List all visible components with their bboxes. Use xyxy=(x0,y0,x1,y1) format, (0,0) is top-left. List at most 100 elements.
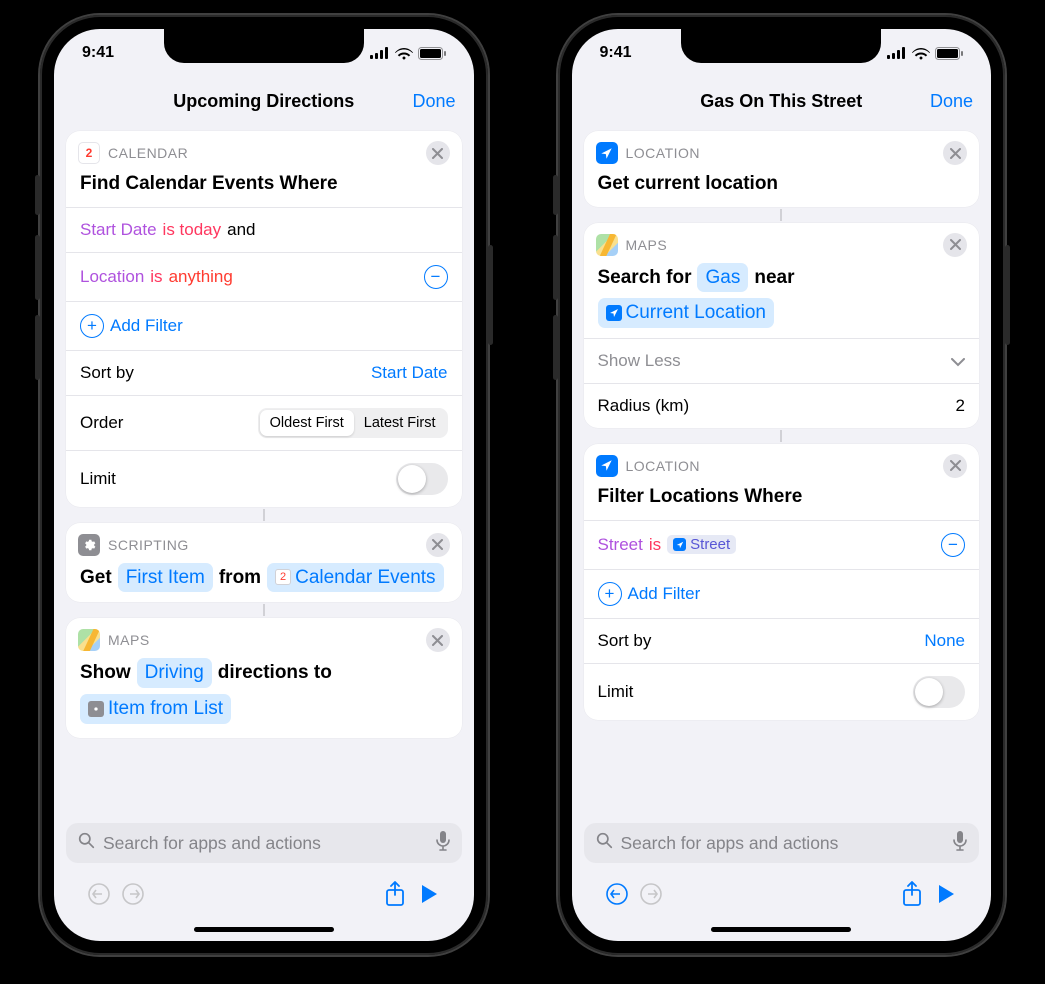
plus-icon: + xyxy=(80,314,104,338)
action-card-filter-location[interactable]: LOCATION Filter Locations Where Street i… xyxy=(584,444,980,720)
card-app-label: LOCATION xyxy=(626,458,701,474)
maps-icon xyxy=(596,234,618,256)
limit-switch[interactable] xyxy=(913,676,965,708)
bottom-toolbar xyxy=(572,871,992,917)
status-time: 9:41 xyxy=(600,44,632,62)
card-app-label: MAPS xyxy=(626,237,668,253)
mic-icon[interactable] xyxy=(953,831,967,856)
action-card-maps[interactable]: MAPS Search for Gas near Current Locatio… xyxy=(584,223,980,428)
card-app-label: SCRIPTING xyxy=(108,537,189,553)
sort-by-row[interactable]: Sort by None xyxy=(584,618,980,663)
card-app-label: CALENDAR xyxy=(108,145,188,161)
close-icon[interactable] xyxy=(943,233,967,257)
close-icon[interactable] xyxy=(426,141,450,165)
close-icon[interactable] xyxy=(943,141,967,165)
mic-icon[interactable] xyxy=(436,831,450,856)
order-latest-first[interactable]: Latest First xyxy=(354,410,446,436)
close-icon[interactable] xyxy=(426,533,450,557)
action-card-scripting[interactable]: SCRIPTING Get First Item from 2 Calendar… xyxy=(66,523,462,603)
cellular-icon xyxy=(370,47,390,59)
bottom-toolbar xyxy=(54,871,474,917)
status-time: 9:41 xyxy=(82,44,114,62)
page-title: Upcoming Directions xyxy=(173,91,354,112)
token-street[interactable]: Street xyxy=(667,535,736,554)
card-title: Search for Gas near Current Location xyxy=(584,261,980,338)
run-button[interactable] xyxy=(929,877,963,911)
page-title: Gas On This Street xyxy=(700,91,862,112)
plus-icon: + xyxy=(598,582,622,606)
token-first-item[interactable]: First Item xyxy=(118,563,213,593)
card-title: Show Driving directions to Item from Lis… xyxy=(66,656,462,733)
undo-button[interactable] xyxy=(600,877,634,911)
search-dock: Search for apps and actions xyxy=(572,817,992,871)
filter-row[interactable]: Street is Street − xyxy=(584,520,980,569)
radius-row[interactable]: Radius (km) 2 xyxy=(584,383,980,428)
location-icon xyxy=(596,142,618,164)
filter-row[interactable]: Start Date is today and xyxy=(66,207,462,252)
token-gas[interactable]: Gas xyxy=(697,263,748,293)
search-icon xyxy=(78,832,95,854)
order-oldest-first[interactable]: Oldest First xyxy=(260,410,354,436)
limit-switch[interactable] xyxy=(396,463,448,495)
done-button[interactable]: Done xyxy=(412,91,455,112)
filter-row[interactable]: Location is anything − xyxy=(66,252,462,301)
calendar-icon: 2 xyxy=(78,142,100,164)
card-app-label: LOCATION xyxy=(626,145,701,161)
redo-button[interactable] xyxy=(116,877,150,911)
token-current-location[interactable]: Current Location xyxy=(598,298,774,328)
action-card-location[interactable]: LOCATION Get current location xyxy=(584,131,980,207)
undo-button[interactable] xyxy=(82,877,116,911)
workflow-content: LOCATION Get current location MAPS xyxy=(572,125,992,817)
home-indicator xyxy=(54,917,474,941)
done-button[interactable]: Done xyxy=(930,91,973,112)
remove-filter-button[interactable]: − xyxy=(941,533,965,557)
navbar: Gas On This Street Done xyxy=(572,77,992,125)
show-less-button[interactable]: Show Less xyxy=(584,338,980,383)
share-button[interactable] xyxy=(895,877,929,911)
cellular-icon xyxy=(887,47,907,59)
order-segmented[interactable]: Oldest First Latest First xyxy=(258,408,448,438)
token-calendar-events[interactable]: 2 Calendar Events xyxy=(267,563,443,593)
search-input[interactable]: Search for apps and actions xyxy=(584,823,980,863)
token-driving[interactable]: Driving xyxy=(137,658,212,688)
navbar: Upcoming Directions Done xyxy=(54,77,474,125)
battery-icon xyxy=(418,47,446,60)
card-app-label: MAPS xyxy=(108,632,150,648)
sort-by-row[interactable]: Sort by Start Date xyxy=(66,350,462,395)
workflow-content: 2 CALENDAR Find Calendar Events Where St… xyxy=(54,125,474,817)
gear-icon xyxy=(78,534,100,556)
token-item-from-list[interactable]: Item from List xyxy=(80,694,231,724)
search-dock: Search for apps and actions xyxy=(54,817,474,871)
wifi-icon xyxy=(395,47,413,60)
add-filter-button[interactable]: + Add Filter xyxy=(584,569,980,618)
card-title: Get First Item from 2 Calendar Events xyxy=(66,561,462,603)
card-title: Find Calendar Events Where xyxy=(66,169,462,207)
add-filter-button[interactable]: + Add Filter xyxy=(66,301,462,350)
close-icon[interactable] xyxy=(426,628,450,652)
maps-icon xyxy=(78,629,100,651)
card-title: Filter Locations Where xyxy=(584,482,980,520)
search-placeholder: Search for apps and actions xyxy=(621,833,839,854)
home-indicator xyxy=(572,917,992,941)
notch xyxy=(164,29,364,63)
limit-row[interactable]: Limit xyxy=(66,450,462,507)
card-title: Get current location xyxy=(584,169,980,207)
search-icon xyxy=(596,832,613,854)
notch xyxy=(681,29,881,63)
search-placeholder: Search for apps and actions xyxy=(103,833,321,854)
redo-button[interactable] xyxy=(634,877,668,911)
limit-row[interactable]: Limit xyxy=(584,663,980,720)
chevron-down-icon xyxy=(951,352,965,372)
run-button[interactable] xyxy=(412,877,446,911)
battery-icon xyxy=(935,47,963,60)
iphone-frame-left: 9:41 Upcoming Directions Done 2 CALENDAR xyxy=(40,15,488,955)
action-card-calendar[interactable]: 2 CALENDAR Find Calendar Events Where St… xyxy=(66,131,462,507)
action-card-maps[interactable]: MAPS Show Driving directions to Item fro… xyxy=(66,618,462,737)
search-input[interactable]: Search for apps and actions xyxy=(66,823,462,863)
order-row[interactable]: Order Oldest First Latest First xyxy=(66,395,462,450)
share-button[interactable] xyxy=(378,877,412,911)
wifi-icon xyxy=(912,47,930,60)
remove-filter-button[interactable]: − xyxy=(424,265,448,289)
close-icon[interactable] xyxy=(943,454,967,478)
location-icon xyxy=(596,455,618,477)
